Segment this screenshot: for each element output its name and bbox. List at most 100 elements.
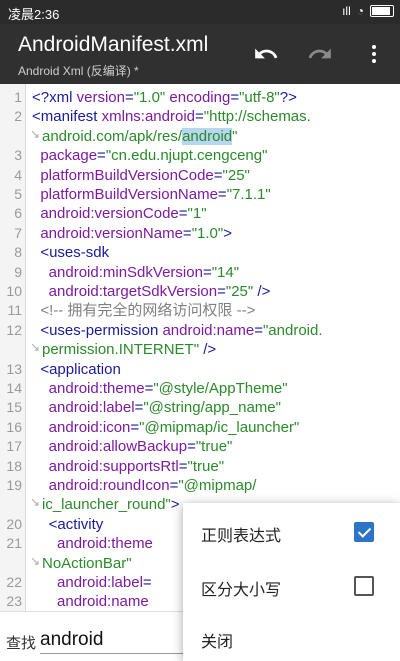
code-token: xmlns:android (101, 108, 196, 126)
code-line: 5 platformBuildVersionName="7.1.1" (0, 185, 400, 204)
line-number: 13 (6, 360, 22, 377)
more-options-button[interactable] (356, 36, 392, 72)
battery-icon (370, 5, 394, 17)
code-text: package="cn.edu.njupt.cengceng" (32, 146, 267, 165)
code-token: "7.1.1" (226, 186, 271, 203)
line-number: 15 (6, 399, 22, 416)
code-token: permission.INTERNET" (42, 341, 200, 359)
code-token: = (178, 457, 188, 475)
code-token: "1.0" (133, 89, 166, 106)
code-line: 16 android:icon="@mipmap/ic_launcher" (0, 418, 400, 437)
find-options-menu: 正则表达式 区分大小写 关闭 (183, 503, 400, 661)
code-token: android:label (32, 574, 143, 591)
wifi-icon: ◔ (356, 4, 364, 18)
code-text: <?xml version="1.0" encoding="utf-8"?> (32, 88, 297, 107)
code-token: android:icon (32, 418, 131, 436)
menu-item-regex[interactable]: 正则表达式 (183, 505, 400, 557)
code-token: android:theme (32, 380, 145, 397)
code-token: = (202, 263, 212, 281)
code-token: = (230, 89, 240, 106)
code-line: ↘ permission.INTERNET" /> (0, 340, 400, 359)
code-token: android:label (32, 399, 135, 417)
line-number: 3 (14, 147, 22, 164)
file-subtitle: Android Xml (反编译) * (18, 64, 139, 78)
code-token: encoding (169, 89, 231, 106)
code-token: /> (253, 283, 271, 300)
code-line: 15 android:label="@string/app_name" (0, 398, 400, 417)
code-token: " (232, 127, 238, 145)
code-token: android:roundIcon (32, 477, 170, 494)
code-token: android:versionName (32, 224, 183, 242)
code-line: 4 platformBuildVersionCode="25" (0, 166, 400, 185)
code-token: > (170, 496, 180, 514)
code-token: = (97, 147, 106, 165)
code-text: <uses-permission android:name="android. (32, 321, 322, 340)
code-token: = (254, 321, 263, 339)
line-number: 9 (14, 263, 22, 280)
menu-item-case-sensitive[interactable]: 区分大小写 (183, 559, 400, 611)
code-token: "true" (195, 438, 233, 456)
app-toolbar: AndroidManifest.xml Android Xml (反编译) * (0, 24, 400, 84)
line-number: 21 (6, 535, 22, 552)
code-line: 17 android:allowBackup="true" (0, 437, 400, 456)
code-text: <manifest xmlns:android="http://schemas. (32, 107, 311, 126)
code-text: android:roundIcon="@mipmap/ (32, 476, 257, 495)
code-token: android:allowBackup (32, 438, 188, 456)
code-line: 3 package="cn.edu.njupt.cengceng" (0, 146, 400, 165)
code-token: "14" (211, 263, 240, 281)
find-input[interactable] (40, 626, 190, 654)
code-token: android:targetSdkVersion (32, 283, 218, 300)
code-token: "cn.edu.njupt.cengceng" (105, 147, 268, 165)
undo-button[interactable] (248, 36, 284, 72)
regex-checkbox[interactable] (354, 522, 374, 542)
code-token: = (130, 418, 140, 436)
code-token: /> (199, 341, 217, 359)
line-number: 14 (6, 380, 22, 396)
code-text: <activity (32, 515, 104, 534)
code-line: 13 <application (0, 360, 400, 379)
menu-item-label: 关闭 (201, 634, 234, 651)
menu-item-close[interactable]: 关闭 (183, 611, 400, 661)
wrap-icon: ↘ (30, 495, 41, 510)
wrap-icon: ↘ (30, 553, 41, 568)
code-text: ic_launcher_round"> (42, 495, 180, 514)
code-token: "1" (187, 205, 207, 223)
code-text: android:versionCode="1" (32, 204, 207, 223)
code-text: android:icon="@mipmap/ic_launcher" (32, 418, 300, 437)
code-text: android:allowBackup="true" (32, 437, 233, 456)
redo-button[interactable] (302, 36, 338, 72)
code-token: android:supportsRtl (32, 457, 179, 475)
line-number: 1 (14, 89, 22, 105)
code-text: android:supportsRtl="true" (32, 457, 224, 476)
code-token: = (182, 224, 192, 242)
code-token: android:minSdkVersion (32, 263, 203, 281)
code-token: package (32, 147, 98, 165)
find-label: 查找 (6, 635, 37, 652)
code-token: <?xml (32, 89, 77, 106)
code-token: version (76, 89, 125, 106)
code-line: 7 android:versionName="1.0"> (0, 224, 400, 243)
code-token: <manifest (32, 108, 102, 126)
undo-icon (255, 48, 278, 59)
code-token: android:versionCode (32, 205, 179, 223)
code-token: "@mipmap/ic_launcher" (139, 418, 300, 436)
code-token: android:name (162, 321, 255, 339)
code-token: android:name (32, 593, 149, 611)
code-text: android:theme (32, 534, 153, 553)
code-token: > (223, 224, 232, 242)
code-token: <!-- 拥有完全的网络访问权限 --> (32, 302, 256, 320)
code-token: "utf-8" (239, 89, 280, 106)
code-text: android:theme="@style/AppTheme" (32, 379, 288, 398)
code-text: android:minSdkVersion="14" (32, 263, 239, 282)
code-text: android:versionName="1.0"> (32, 224, 232, 243)
line-number: 2 (14, 108, 22, 125)
code-token: android:theme (32, 535, 153, 553)
code-token: android.com/apk/res/ (42, 127, 183, 145)
code-token: "1.0" (191, 224, 224, 242)
more-vert-icon (372, 45, 376, 63)
code-token: "25" (222, 166, 250, 184)
code-token: ic_launcher_round" (42, 496, 171, 514)
case-sensitive-checkbox[interactable] (354, 576, 374, 596)
line-number: 23 (6, 593, 22, 610)
status-time: 凌晨2:36 (8, 7, 60, 22)
